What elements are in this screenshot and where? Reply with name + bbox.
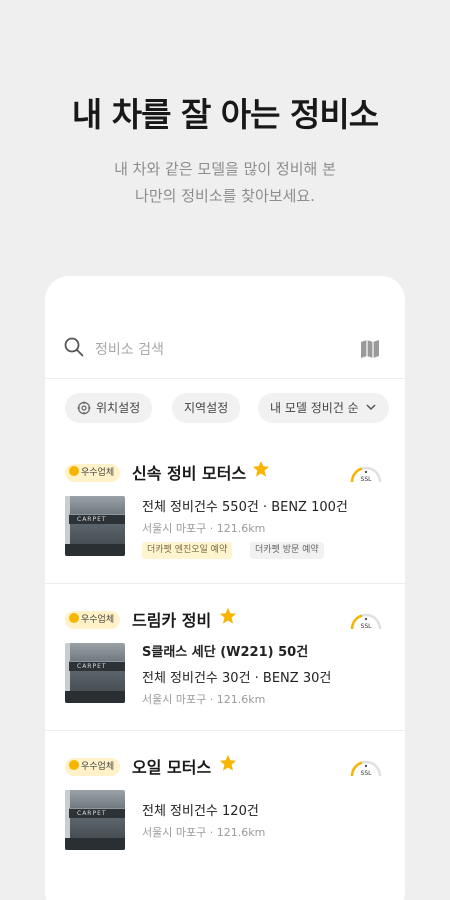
hero-title: 내 차를 잘 아는 정비소 (71, 95, 379, 134)
shop-stats: 전체 정비건수 30건 · BENZ 30건 (142, 671, 332, 686)
excellent-badge: 우수업체 (65, 758, 121, 776)
badge-label: 우수업체 (81, 762, 115, 772)
shop-thumbnail: CARPET (65, 643, 125, 703)
shop-model-stat: S클래스 세단 (W221) 50건 (142, 645, 309, 660)
thumbnail-sign-text: CARPET (77, 810, 107, 817)
filter-chip-label: 지역설정 (184, 401, 229, 415)
star-icon (219, 754, 237, 771)
excellent-badge: 우수업체 (65, 611, 121, 629)
medal-icon (69, 613, 79, 623)
shop-name: 신속 정비 모터스 (132, 464, 247, 483)
filter-chip-location[interactable]: 위치설정 (65, 393, 153, 423)
map-icon[interactable] (359, 338, 381, 360)
shop-list-item[interactable]: 우수업체 드림카 정비 SSL CARPET S클래스 세단 (W221) 50… (45, 607, 405, 731)
ssl-gauge-icon: SSL (350, 760, 382, 777)
badge-label: 우수업체 (81, 468, 115, 478)
ssl-gauge-icon: SSL (350, 466, 382, 483)
filter-bar: 위치설정 지역설정 내 모델 정비건 순 (65, 393, 405, 423)
search-bar[interactable]: 정비소 검색 (45, 331, 405, 379)
star-icon (252, 460, 270, 477)
badge-label: 우수업체 (81, 615, 115, 625)
shop-stats: 전체 정비건수 120건 (142, 804, 259, 819)
search-input[interactable]: 정비소 검색 (95, 339, 164, 359)
star-icon (219, 607, 237, 624)
medal-icon (69, 466, 79, 476)
filter-chip-label: 위치설정 (96, 401, 141, 415)
gauge-label: SSL (361, 623, 373, 630)
tag-engine-oil-reservation: 더카펫 엔진오일 예약 (142, 542, 233, 559)
hero-subtitle-line-1: 내 차와 같은 모델을 많이 정비해 본 (114, 160, 336, 178)
tag-visit-reservation: 더카펫 방문 예약 (250, 542, 324, 559)
shop-list-item[interactable]: 우수업체 오일 모터스 SSL CARPET 전체 정비건수 120건 서울시 … (45, 754, 405, 878)
thumbnail-sign-text: CARPET (77, 516, 107, 523)
shop-address: 서울시 마포구 · 121.6km (142, 522, 266, 535)
filter-chip-label: 내 모델 정비건 순 (270, 401, 359, 415)
filter-chip-region[interactable]: 지역설정 (172, 393, 241, 423)
excellent-badge: 우수업체 (65, 464, 121, 482)
shop-stats: 전체 정비건수 550건 · BENZ 100건 (142, 500, 348, 515)
shop-list-item[interactable]: 우수업체 신속 정비 모터스 SSL CARPET 전체 정비건수 550건 ·… (45, 460, 405, 584)
shop-list-card: 정비소 검색 위치설정 지역설정 내 모델 정비건 순 우수업체 신속 정비 모… (45, 276, 405, 900)
shop-address: 서울시 마포구 · 121.6km (142, 693, 266, 706)
gauge-label: SSL (361, 476, 373, 483)
shop-address: 서울시 마포구 · 121.6km (142, 826, 266, 839)
hero-subtitle: 내 차와 같은 모델을 많이 정비해 본 나만의 정비소를 찾아보세요. (0, 156, 450, 210)
location-target-icon (77, 401, 91, 415)
shop-tags: 더카펫 엔진오일 예약 더카펫 방문 예약 (142, 542, 382, 559)
shop-name: 드림카 정비 (132, 611, 212, 630)
shop-name: 오일 모터스 (132, 758, 212, 777)
chevron-down-icon (366, 404, 376, 411)
filter-chip-sort[interactable]: 내 모델 정비건 순 (258, 393, 389, 423)
search-icon[interactable] (63, 336, 85, 358)
hero-subtitle-line-2: 나만의 정비소를 찾아보세요. (135, 187, 315, 205)
shop-thumbnail: CARPET (65, 790, 125, 850)
medal-icon (69, 760, 79, 770)
thumbnail-sign-text: CARPET (77, 663, 107, 670)
ssl-gauge-icon: SSL (350, 613, 382, 630)
shop-thumbnail: CARPET (65, 496, 125, 556)
gauge-label: SSL (361, 770, 373, 777)
